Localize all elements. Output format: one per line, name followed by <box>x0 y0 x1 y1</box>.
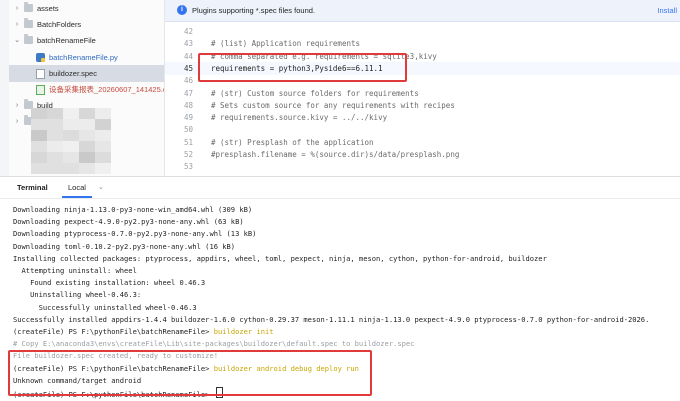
spec-file-icon <box>36 68 45 79</box>
chevron-icon[interactable]: › <box>13 113 21 130</box>
editor[interactable]: i Plugins supporting *.spec files found.… <box>165 0 680 176</box>
terminal-line: Downloading ninja-1.13.0-py3-none-win_am… <box>13 205 253 214</box>
terminal-line: Successfully uninstalled wheel-0.46.3 <box>13 302 197 312</box>
line-number: 46 <box>183 76 193 86</box>
chevron-icon[interactable]: ⌄ <box>13 32 21 49</box>
line-number: 48 <box>183 100 193 110</box>
project-tree: › assets › BatchFolders ⌄ batchRenameFile batc… <box>9 0 165 176</box>
tab-local[interactable]: Local <box>62 177 92 198</box>
tree-item-label: assets <box>37 4 59 13</box>
blurred-content <box>79 152 95 163</box>
blurred-content <box>95 108 111 119</box>
line-number: 50 <box>183 125 193 135</box>
terminal-panel: Terminal Local ⌄ Downloading ninja-1.13.… <box>0 176 680 401</box>
blurred-content <box>63 108 79 119</box>
install-link[interactable]: Install <box>657 0 677 21</box>
tree-item[interactable]: › BatchFolders <box>9 16 164 33</box>
blurred-content <box>47 141 63 152</box>
terminal-line: Downloading toml-0.10.2-py2.py3-none-any… <box>13 241 236 251</box>
line-number: 42 <box>183 27 193 36</box>
blurred-content <box>63 141 79 152</box>
blurred-content <box>31 130 47 141</box>
blurred-content <box>79 130 95 141</box>
tree-item[interactable]: › assets <box>9 0 164 17</box>
tree-item[interactable]: 设备采集报表_20260607_141425.csv <box>9 81 164 98</box>
blurred-content <box>47 152 63 163</box>
csv-file-icon <box>36 85 45 95</box>
blurred-content <box>47 108 63 119</box>
chevron-down-icon[interactable]: ⌄ <box>98 177 104 198</box>
chevron-icon[interactable]: › <box>13 16 21 33</box>
blurred-content <box>31 119 47 130</box>
blurred-content <box>79 141 95 152</box>
terminal-tabs: Terminal Local ⌄ <box>0 177 680 199</box>
blurred-content <box>95 119 111 130</box>
terminal-line: # Copy E:\anaconda3\envs\createFile\Lib\… <box>13 339 415 349</box>
highlight-box-requirements <box>198 53 407 82</box>
blurred-content <box>31 108 47 119</box>
terminal-line: Found existing installation: wheel 0.46.… <box>13 278 206 288</box>
line-number: 49 <box>183 113 193 123</box>
terminal-title: Terminal <box>17 183 48 192</box>
line-number: 45 <box>183 63 193 73</box>
line-number: 52 <box>183 150 193 159</box>
python-file-icon <box>36 52 45 62</box>
terminal-line: (createFile) PS F:\pythonFile\batchRenam… <box>13 326 274 338</box>
terminal-line: Installing collected packages: ptyproces… <box>13 253 547 263</box>
line-number: 43 <box>183 39 193 49</box>
blurred-content <box>63 163 79 174</box>
blurred-content <box>47 163 63 174</box>
line-number: 53 <box>183 162 193 172</box>
terminal-line: Downloading ptyprocess-0.7.0-py2.py3-non… <box>13 229 257 239</box>
code-line[interactable]: # Sets custom source for any requirement… <box>211 100 455 112</box>
terminal-line: Successfully installed appdirs-1.4.4 bui… <box>13 314 650 324</box>
line-number: 44 <box>183 51 193 61</box>
code-line[interactable]: # requirements.source.kivy = ../../kivy <box>211 112 387 124</box>
blurred-content <box>31 141 47 152</box>
blurred-content <box>63 130 79 141</box>
tree-item-label: batchRenameFile.py <box>49 52 118 62</box>
terminal-prompt: (createFile) PS F:\pythonFile\batchRenam… <box>13 327 214 336</box>
folder-icon <box>24 34 33 45</box>
blurred-content <box>79 163 95 174</box>
code-line[interactable]: #presplash.filename = %(source.dir)s/dat… <box>211 149 459 161</box>
tree-item-label: batchRenameFile <box>37 36 96 46</box>
tree-item-label: 设备采集报表_20260607_141425.csv <box>49 85 165 94</box>
tree-item[interactable]: ⌄ batchRenameFile <box>9 32 164 49</box>
code-line[interactable]: # (list) Application requirements <box>211 38 360 50</box>
code-line[interactable]: # (str) Custom source folders for requir… <box>211 88 419 100</box>
blurred-content <box>31 163 47 174</box>
blurred-content <box>47 130 63 141</box>
highlight-box-error <box>8 350 372 396</box>
info-icon: i <box>177 5 187 15</box>
chevron-icon[interactable]: › <box>13 0 21 17</box>
tree-item[interactable]: buildozer.spec <box>9 64 164 82</box>
blurred-content <box>95 152 111 163</box>
chevron-icon[interactable]: › <box>13 97 21 114</box>
terminal-line: Downloading pexpect-4.9.0-py2.py3-none-a… <box>13 217 244 227</box>
blurred-content <box>95 130 111 141</box>
banner-text: Plugins supporting *.spec files found. <box>192 6 315 15</box>
blurred-content <box>63 119 79 130</box>
blurred-content <box>31 152 47 163</box>
blurred-content <box>79 108 95 119</box>
code-line[interactable]: # (str) Presplash of the application <box>211 137 374 149</box>
blurred-content <box>47 119 63 130</box>
tree-item-label: buildozer.spec <box>49 68 97 78</box>
blurred-content <box>95 163 111 174</box>
folder-icon <box>24 18 33 29</box>
terminal-command: buildozer init <box>213 327 274 336</box>
line-number: 47 <box>183 88 193 98</box>
blurred-content <box>95 141 111 152</box>
line-number: 51 <box>183 137 193 147</box>
terminal-line: Uninstalling wheel-0.46.3: <box>13 290 142 300</box>
folder-icon <box>24 2 33 12</box>
blurred-content <box>79 119 95 130</box>
tree-item[interactable]: batchRenameFile.py <box>9 49 164 66</box>
terminal-line: Attempting uninstall: wheel <box>13 266 137 275</box>
plugin-banner: i Plugins supporting *.spec files found.… <box>165 0 680 22</box>
blurred-content <box>63 152 79 163</box>
tree-item-label: BatchFolders <box>37 20 82 30</box>
